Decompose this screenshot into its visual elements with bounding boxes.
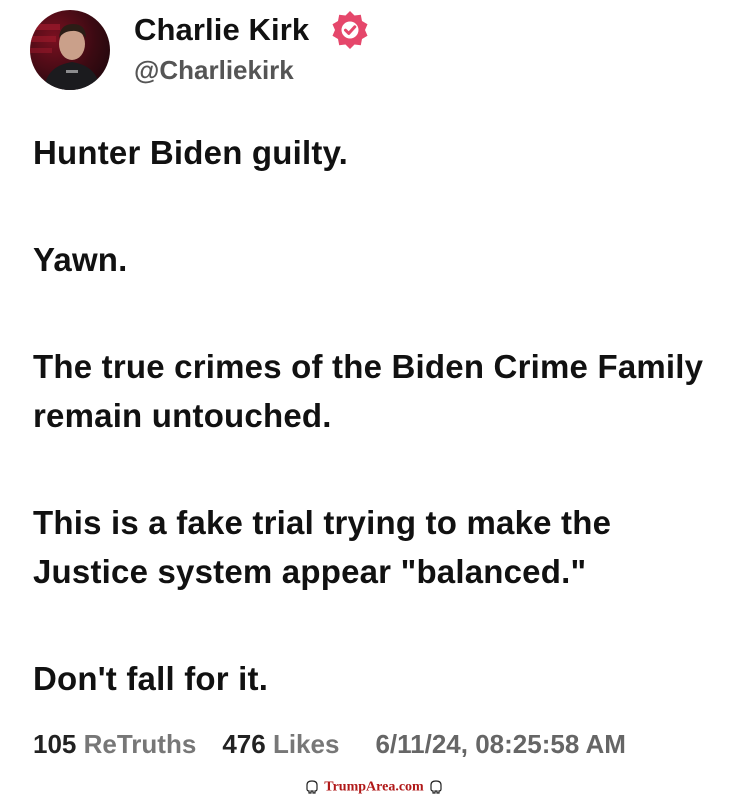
likes-label: Likes	[272, 729, 340, 759]
post-paragraph: Hunter Biden guilty.	[33, 134, 349, 171]
post-paragraph: The true crimes of the Biden Crime Famil…	[33, 348, 704, 434]
post-paragraph: Yawn.	[33, 241, 128, 278]
retruths-stat[interactable]: 105 ReTruths	[33, 729, 196, 760]
post-paragraph: This is a fake trial trying to make the …	[33, 504, 612, 590]
post-timestamp[interactable]: 6/11/24, 08:25:58 AM	[375, 729, 626, 759]
avatar-photo	[30, 24, 100, 90]
likes-count: 476	[222, 729, 266, 759]
post-paragraph: Don't fall for it.	[33, 660, 269, 697]
verified-badge-icon	[332, 11, 368, 49]
author-handle[interactable]: @Charliekirk	[134, 55, 294, 86]
elephant-icon	[429, 780, 442, 794]
avatar[interactable]	[30, 10, 110, 90]
retruths-label: ReTruths	[83, 729, 197, 759]
watermark-text: TrumpArea.com	[324, 779, 424, 795]
author-name[interactable]: Charlie Kirk	[134, 12, 309, 48]
likes-stat[interactable]: 476 Likes	[222, 729, 339, 760]
truth-post: Charlie Kirk @Charliekirk Hunter Biden g…	[0, 0, 748, 800]
post-body: Hunter Biden guilty. Yawn. The true crim…	[33, 128, 723, 761]
watermark: TrumpArea.com	[0, 778, 748, 795]
elephant-icon	[306, 780, 318, 794]
retruths-count: 105	[33, 729, 77, 759]
post-stats: 105 ReTruths 476 Likes 6/11/24, 08:25:58 A…	[33, 729, 626, 760]
